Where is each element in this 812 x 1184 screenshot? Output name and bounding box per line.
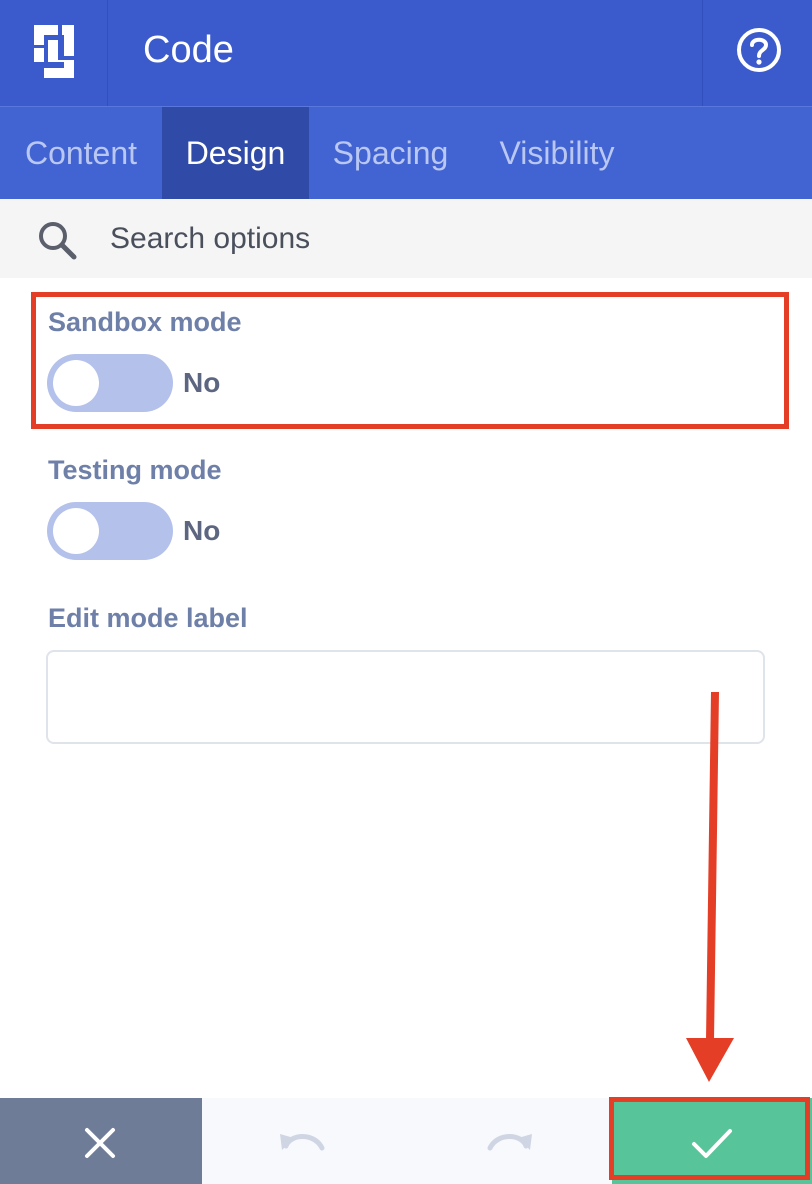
help-button[interactable] [702,0,812,106]
redo-icon [487,1134,532,1151]
redo-button[interactable] [406,1098,610,1184]
tab-content[interactable]: Content [0,107,162,199]
footer-bar [0,1098,812,1184]
edit-mode-label-field[interactable] [46,650,765,744]
tab-design[interactable]: Design [162,107,309,199]
undo-button[interactable] [202,1098,406,1184]
close-button[interactable] [0,1098,202,1184]
panel-title: Code [143,29,234,71]
undo-icon [280,1134,325,1151]
header-bar: Code [0,0,812,106]
close-icon [85,1128,115,1158]
logo[interactable] [0,0,108,106]
save-button[interactable] [612,1098,812,1184]
annotation-highlight-box [31,292,789,429]
testing-mode-toggle[interactable] [47,502,173,560]
tab-bar: Content Design Spacing Visibility [0,106,812,199]
search-icon [39,222,77,260]
tab-visibility[interactable]: Visibility [472,107,642,199]
tab-spacing[interactable]: Spacing [309,107,472,199]
search-bar [0,199,812,278]
checkmark-icon [692,1129,732,1158]
search-input[interactable] [110,217,770,261]
toggle-knob [53,508,99,554]
help-circle-icon [737,28,781,72]
testing-mode-value: No [183,515,221,546]
builder-logo-icon [34,25,74,78]
testing-mode-label: Testing mode [48,455,222,485]
edit-mode-label-label: Edit mode label [48,603,248,633]
